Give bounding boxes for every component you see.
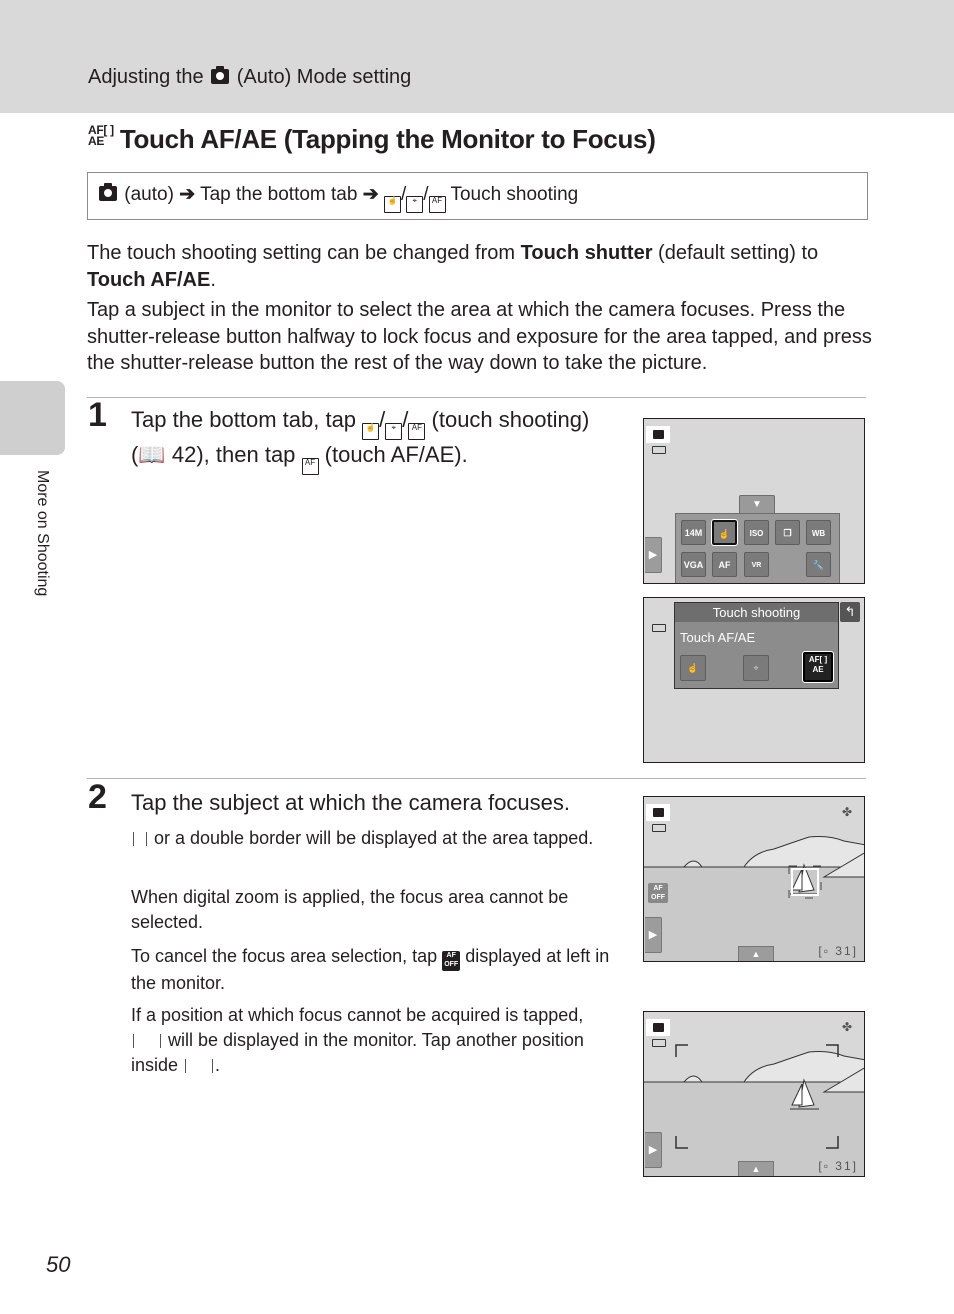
focus-frame-icon — [185, 1059, 214, 1073]
screen-focus-selected: ✤ AF OFF ▶ ▲ [▫ 31] — [643, 796, 865, 962]
touch-shutter-option[interactable]: ☝ — [680, 655, 706, 681]
vibration-reduction-icon: ✤ — [841, 805, 852, 819]
step-number: 1 — [88, 396, 107, 434]
back-icon[interactable]: ↰ — [840, 602, 860, 622]
path-step-touch-shooting: Touch shooting — [450, 184, 579, 205]
subject-tracking-icon: ⌖ — [406, 196, 424, 213]
step-number: 2 — [88, 778, 107, 816]
shooting-menu-panel: 14M ☝ ISO AUTO ❐ WB AUTO VGA AF VR OFF 🔧 — [675, 513, 840, 583]
subject-tracking-icon: ⌖ — [385, 423, 403, 440]
left-tab[interactable]: ▶ — [645, 1132, 662, 1168]
breadcrumb-prefix: Adjusting the — [88, 66, 204, 88]
screen-shooting-menu: ▶ ▼ 14M ☝ ISO AUTO ❐ WB AUTO VGA AF VR O… — [643, 418, 865, 584]
screen-touch-shooting: Touch shooting Touch AF/AE ☝ ⌖ AF[ ] AE ↰ — [643, 597, 865, 763]
note-focus-border: or a double border will be displayed at … — [131, 826, 616, 851]
page-title: AF[ ] AE Touch AF/AE (Tapping the Monitor … — [88, 124, 656, 155]
breadcrumb-suffix: (Auto) Mode setting — [236, 66, 412, 88]
note-focus-not-acquired: If a position at which focus cannot be a… — [131, 1005, 584, 1075]
divider — [87, 397, 866, 398]
vr-icon[interactable]: VR OFF — [744, 552, 769, 577]
page-number: 50 — [46, 1252, 71, 1277]
step-2-instruction: Tap the subject at which the camera focu… — [131, 790, 571, 815]
scene-illustration — [644, 1044, 864, 1176]
menu-path-box: (auto) ➔ Tap the bottom tab ➔ ☝ / ⌖ / AF Tou… — [87, 172, 868, 220]
left-tab[interactable]: ▶ — [645, 537, 662, 573]
touch-shutter-icon: ☝ — [383, 196, 401, 213]
arrow-right-icon: ➔ — [179, 184, 196, 205]
camera-mode-icon — [646, 804, 670, 821]
bottom-tab-open[interactable]: ▲ — [738, 946, 774, 961]
movie-af-icon[interactable]: AF — [712, 552, 737, 577]
screen-focus-not-acquired: ✤ ▶ ▲ [▫ 31] — [643, 1011, 865, 1177]
touch-shutter-icon: ☝ — [362, 423, 380, 440]
section-label: More on Shooting — [34, 470, 51, 597]
white-balance-icon[interactable]: WB AUTO — [806, 520, 831, 563]
intro-paragraph-1: The touch shooting setting can be change… — [87, 242, 819, 291]
section-tab — [0, 381, 65, 455]
battery-icon — [652, 446, 666, 454]
focus-frame-icon — [133, 1034, 161, 1048]
touch-afae-icon: AF — [428, 196, 446, 213]
selected-option-label: Touch AF/AE — [680, 630, 756, 645]
note-cancel-selection: To cancel the focus area selection, tap … — [131, 946, 610, 993]
shots-remaining: [▫ 31] — [818, 944, 858, 958]
touch-shooting-panel: Touch shooting Touch AF/AE ☝ ⌖ AF[ ] AE — [674, 602, 839, 689]
camera-mode-icon — [646, 1019, 670, 1036]
page-title-text: Touch AF/AE (Tapping the Monitor to Focu… — [119, 124, 656, 154]
wrench-icon[interactable]: 🔧 — [806, 552, 831, 577]
intro-paragraph-2: Tap a subject in the monitor to select t… — [87, 299, 872, 374]
battery-icon — [652, 824, 666, 832]
step-1-instruction: Tap the bottom tab, tap ☝ / ⌖ / AF (touch sh… — [131, 405, 631, 475]
camera-mode-icon — [646, 426, 670, 443]
bottom-tab-open[interactable]: ▲ — [738, 1161, 774, 1176]
iso-icon[interactable]: ISO AUTO — [744, 520, 769, 563]
scene-illustration — [644, 836, 864, 961]
continuous-icon[interactable]: ❐ — [775, 520, 800, 545]
breadcrumb: Adjusting the (Auto) Mode setting — [88, 66, 411, 89]
book-icon: 📖 — [138, 442, 166, 467]
touch-afae-icon: AF — [408, 423, 426, 440]
battery-icon — [652, 1039, 666, 1047]
camera-icon — [99, 183, 117, 201]
shots-remaining: [▫ 31] — [818, 1159, 858, 1173]
af-off-button[interactable]: AF OFF — [648, 883, 668, 903]
touch-shutter-term: Touch shutter — [520, 242, 653, 264]
path-step-bottom-tab: Tap the bottom tab — [200, 184, 358, 205]
image-mode-icon[interactable]: 14M — [681, 520, 706, 545]
left-tab[interactable]: ▶ — [645, 917, 662, 953]
divider — [87, 778, 866, 779]
touch-afae-term: Touch AF/AE — [87, 268, 211, 291]
panel-title: Touch shooting — [675, 603, 838, 622]
touch-shooting-icon[interactable]: ☝ — [711, 519, 738, 546]
focus-bracket-icon — [133, 832, 147, 846]
arrow-right-icon: ➔ — [362, 184, 379, 205]
mode-label: (auto) — [124, 184, 174, 205]
header-band: Adjusting the (Auto) Mode setting — [0, 0, 954, 113]
note-digital-zoom: When digital zoom is applied, the focus … — [131, 887, 569, 932]
camera-icon — [211, 66, 230, 84]
vibration-reduction-icon: ✤ — [841, 1020, 852, 1034]
touch-afae-icon: AF — [301, 458, 319, 475]
movie-icon[interactable]: VGA — [681, 552, 706, 577]
touch-afae-option[interactable]: AF[ ] AE — [802, 651, 834, 683]
page-reference[interactable]: 42 — [172, 442, 196, 467]
af-off-icon: AF OFF — [442, 951, 461, 971]
subject-tracking-option[interactable]: ⌖ — [743, 655, 769, 681]
touch-afae-icon: AF[ ] AE — [88, 123, 114, 148]
battery-icon — [652, 624, 666, 632]
